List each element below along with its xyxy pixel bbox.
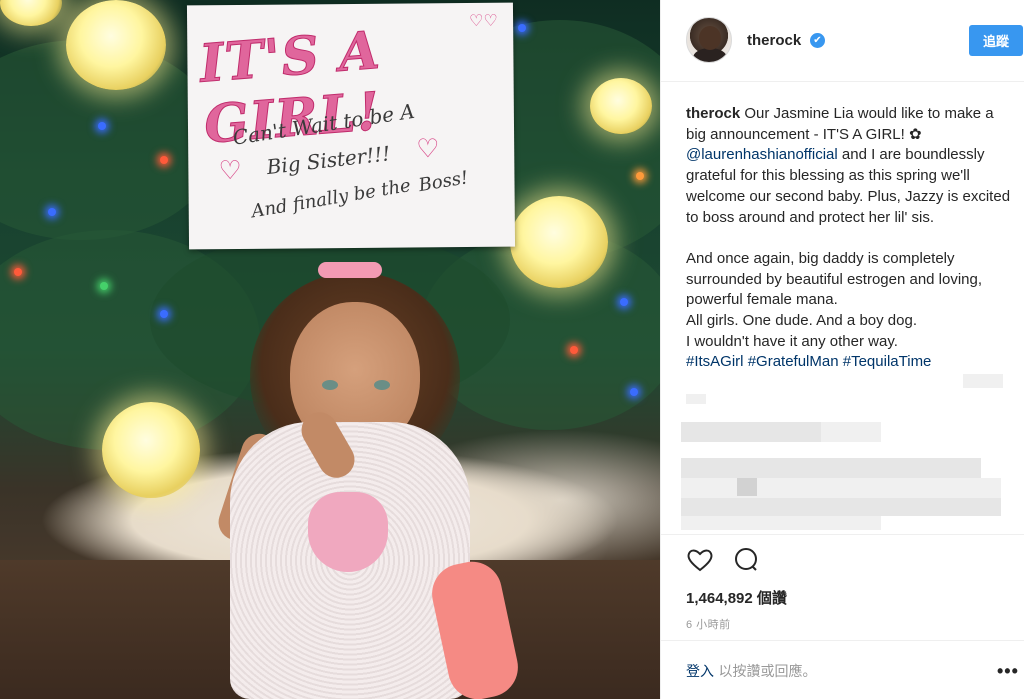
follow-button[interactable]: 追蹤 (969, 25, 1023, 56)
login-prompt: 登入 以按讚或回應。 (686, 661, 816, 681)
light-bulb (48, 208, 56, 216)
caption-hashtags: #ItsAGirl #GratefulMan #TequilaTime (686, 352, 1016, 373)
caption: therock Our Jasmine Lia would like to ma… (686, 104, 1016, 373)
avatar-head (699, 26, 721, 50)
mention-link[interactable]: @laurenhashianofficial (686, 146, 838, 163)
light-globe (0, 0, 62, 26)
more-options-icon[interactable]: ••• (997, 661, 1019, 682)
caption-username[interactable]: therock (686, 105, 740, 122)
sign-line-4: Boss! (417, 167, 470, 197)
light-bulb (518, 24, 526, 32)
child-eye (322, 380, 338, 390)
like-count[interactable]: 1,464,892 個讚 (686, 587, 787, 608)
heart-doodle-icon: ♡ (218, 154, 242, 186)
avatar-body (693, 48, 727, 62)
heart-icon[interactable] (685, 545, 715, 575)
heart-doodle-icon: ♡ (416, 133, 440, 164)
light-globe (102, 402, 200, 498)
caption-paragraph-1: therock Our Jasmine Lia would like to ma… (686, 104, 1016, 228)
hashtag-link[interactable]: #TequilaTime (843, 353, 932, 370)
light-globe (66, 0, 166, 90)
handwritten-sign: IT'S A GIRL! ♡♡ Can't Wait to be A Big S… (186, 2, 516, 250)
light-bulb (636, 172, 644, 180)
blur-block (681, 478, 1001, 498)
light-bulb (570, 346, 578, 354)
hair-bow (318, 262, 382, 278)
light-bulb (630, 388, 638, 396)
caption-paragraph-4: I wouldn't have it any other way. (686, 332, 898, 350)
dress-heart-patch (308, 492, 388, 572)
post-actions: 1,464,892 個讚 6 小時前 (661, 534, 1024, 631)
blur-block (681, 422, 821, 442)
login-link[interactable]: 登入 (686, 664, 714, 680)
blur-block (681, 498, 1001, 516)
blur-block (737, 478, 757, 496)
post-timestamp[interactable]: 6 小時前 (686, 616, 731, 632)
blur-block (686, 394, 706, 404)
child-figure (210, 262, 540, 699)
blur-block (681, 516, 881, 530)
caption-paragraph-3: All girls. One dude. And a boy dog. (686, 312, 917, 330)
light-globe (590, 78, 652, 134)
blur-block (963, 374, 1003, 388)
verified-badge-icon: ✔ (810, 33, 825, 48)
light-bulb (160, 156, 168, 164)
post-sidebar: therock ✔ 追蹤 therock Our Jasmine Lia wou… (660, 0, 1024, 699)
sign-line-3: And finally be the (250, 175, 413, 223)
avatar[interactable] (686, 17, 732, 63)
comment-footer: 登入 以按讚或回應。 ••• (661, 640, 1024, 699)
child-eye (374, 380, 390, 390)
light-bulb (14, 268, 22, 276)
hashtag-link[interactable]: #ItsAGirl (686, 353, 744, 370)
login-prompt-text: 以按讚或回應。 (714, 664, 817, 680)
post-header: therock ✔ 追蹤 (661, 0, 1024, 82)
comment-icon[interactable] (731, 545, 761, 575)
blur-block (681, 458, 981, 478)
light-bulb (100, 282, 108, 290)
light-bulb (160, 310, 168, 318)
post-photo[interactable]: IT'S A GIRL! ♡♡ Can't Wait to be A Big S… (0, 0, 660, 699)
light-bulb (620, 298, 628, 306)
heart-doodle-icon: ♡♡ (469, 12, 498, 30)
blur-block (821, 422, 881, 442)
header-username[interactable]: therock (747, 32, 801, 49)
caption-paragraph-2: And once again, big daddy is completely … (686, 249, 983, 309)
light-bulb (98, 122, 106, 130)
hashtag-link[interactable]: #GratefulMan (748, 353, 839, 370)
